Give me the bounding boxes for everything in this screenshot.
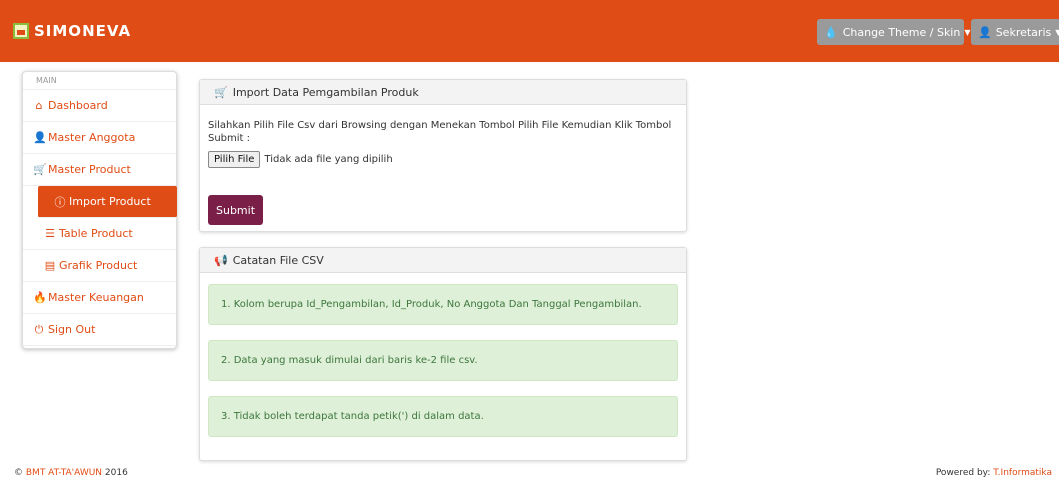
user-menu-button[interactable]: 👤 Sekretaris ▼ <box>971 19 1059 45</box>
cart-icon: 🛒 <box>33 163 47 176</box>
top-navbar: SIMONEVA 💧 Change Theme / Skin ▼ 👤 Sekre… <box>0 0 1059 62</box>
sidebar-item-import-product[interactable]: ⓘ Import Product <box>38 186 177 218</box>
sidebar-item-label: Grafik Product <box>59 259 138 272</box>
submit-button[interactable]: Submit <box>208 195 263 225</box>
sidebar-item-label: Dashboard <box>48 99 108 112</box>
sidebar-item-label: Master Product <box>48 163 131 176</box>
fire-icon: 🔥 <box>33 291 47 304</box>
user-icon: 👤 <box>33 131 47 144</box>
footer-powered-by: Powered by: T.Informatika <box>936 468 1052 478</box>
user-menu-label: Sekretaris <box>995 25 1052 39</box>
copyright-symbol: © <box>14 468 23 478</box>
import-instruction: Silahkan Pilih File Csv dari Browsing de… <box>208 120 672 144</box>
change-theme-button[interactable]: 💧 Change Theme / Skin ▼ <box>817 19 971 45</box>
sidebar-item-label: Import Product <box>69 195 151 208</box>
brand-logo[interactable]: SIMONEVA <box>13 22 131 40</box>
panel-title: Catatan File CSV <box>232 253 324 267</box>
sidebar-item-master-keuangan[interactable]: 🔥 Master Keuangan <box>23 282 176 314</box>
droplet-icon: 💧 <box>824 25 838 39</box>
user-icon: 👤 <box>978 25 992 39</box>
csv-notes-panel: 📢 Catatan File CSV 1. Kolom berupa Id_Pe… <box>199 247 687 461</box>
org-link[interactable]: BMT AT-TA'AWUN <box>26 468 102 478</box>
logo-icon <box>13 23 29 39</box>
sidebar-item-dashboard[interactable]: ⌂ Dashboard <box>23 90 176 122</box>
caret-down-icon: ▼ <box>1055 27 1059 37</box>
sidebar-item-table-product[interactable]: ☰ Table Product <box>23 218 176 250</box>
bullhorn-icon: 📢 <box>214 253 228 267</box>
info-circle-icon: ⓘ <box>54 195 66 209</box>
sidebar: MAIN ⌂ Dashboard 👤 Master Anggota 🛒 Mast… <box>22 71 177 349</box>
home-icon: ⌂ <box>35 99 43 112</box>
panel-header: 🛒 Import Data Pemgambilan Produk <box>200 80 686 105</box>
sidebar-item-master-product[interactable]: 🛒 Master Product <box>23 154 176 186</box>
file-status: Tidak ada file yang dipilih <box>264 154 393 165</box>
panel-title: Import Data Pemgambilan Produk <box>232 85 419 99</box>
footer-year: 2016 <box>104 468 128 478</box>
file-input[interactable]: Pilih File Tidak ada file yang dipilih <box>208 151 393 168</box>
sidebar-item-label: Table Product <box>59 227 133 240</box>
list-icon: ☰ <box>45 227 55 240</box>
sidebar-item-label: Master Keuangan <box>48 291 144 304</box>
alert-note: 1. Kolom berupa Id_Pengambilan, Id_Produ… <box>208 284 678 325</box>
caret-down-icon: ▼ <box>964 27 971 37</box>
sidebar-item-label: Sign Out <box>48 323 96 336</box>
sidebar-item-master-anggota[interactable]: 👤 Master Anggota <box>23 122 176 154</box>
cart-icon: 🛒 <box>214 85 228 99</box>
sidebar-item-label: Master Anggota <box>48 131 136 144</box>
sidebar-heading: MAIN <box>23 72 176 90</box>
power-icon: ⏻ <box>34 322 44 336</box>
alert-note: 2. Data yang masuk dimulai dari baris ke… <box>208 340 678 381</box>
change-theme-label: Change Theme / Skin <box>842 25 961 39</box>
panel-header: 📢 Catatan File CSV <box>200 248 686 273</box>
footer-copyright: © BMT AT-TA'AWUN 2016 <box>14 468 128 478</box>
table-icon: ▤ <box>44 259 56 272</box>
alert-note: 3. Tidak boleh terdapat tanda petik(') d… <box>208 396 678 437</box>
brand-name: SIMONEVA <box>34 22 132 40</box>
sidebar-item-sign-out[interactable]: ⏻ Sign Out <box>23 314 176 346</box>
import-panel: 🛒 Import Data Pemgambilan Produk Silahka… <box>199 79 687 232</box>
choose-file-button[interactable]: Pilih File <box>208 151 261 168</box>
powered-by-label: Powered by: <box>935 468 991 478</box>
powered-by-link[interactable]: T.Informatika <box>993 468 1052 478</box>
sidebar-item-grafik-product[interactable]: ▤ Grafik Product <box>23 250 176 282</box>
